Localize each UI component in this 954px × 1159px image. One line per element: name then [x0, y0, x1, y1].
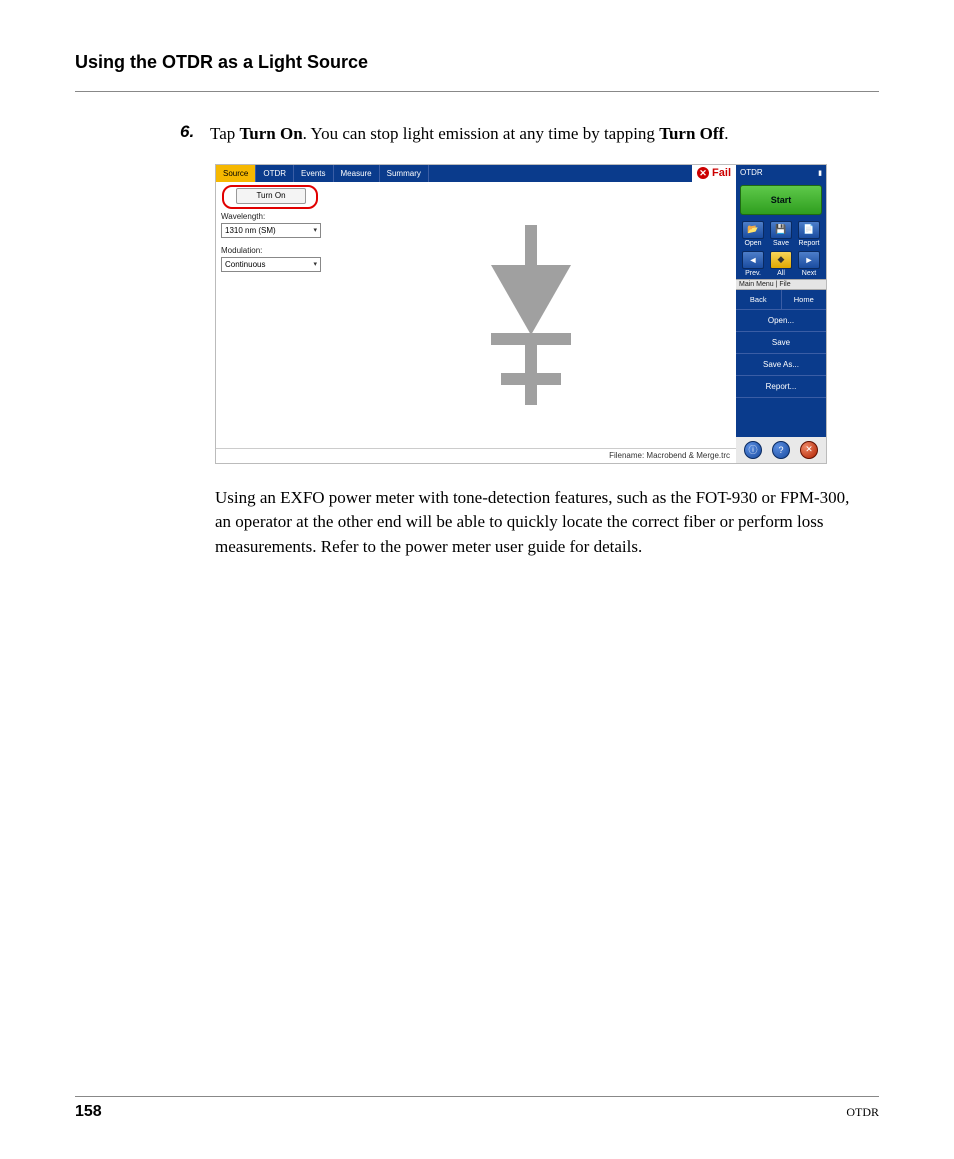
menu-nav-row: Back Home — [736, 290, 826, 310]
prev-button[interactable]: ◄ Prev. — [741, 251, 765, 277]
start-button[interactable]: Start — [740, 185, 822, 215]
bottom-icon-row: ⓘ ? ✕ — [736, 437, 826, 463]
turn-on-button[interactable]: Turn On — [236, 188, 306, 204]
page-footer: 158 OTDR — [75, 1096, 879, 1121]
prev-icon: ◄ — [742, 251, 764, 269]
side-panel: OTDR ▮ Start 📂 Open 💾 Save 📄 Repo — [736, 165, 826, 463]
report-icon: 📄 — [798, 221, 820, 239]
wavelength-select[interactable]: 1310 nm (SM) ▾ — [221, 223, 321, 238]
app-tabs: Source OTDR Events Measure Summary ✕ Fai… — [216, 165, 736, 182]
status-badge: ✕ Fail — [692, 165, 736, 182]
close-button[interactable]: ✕ — [800, 441, 818, 459]
info-button[interactable]: ⓘ — [744, 441, 762, 459]
help-button[interactable]: ? — [772, 441, 790, 459]
report-button[interactable]: 📄 Report — [797, 221, 821, 247]
tab-summary[interactable]: Summary — [380, 165, 429, 182]
footer-doc-label: OTDR — [846, 1105, 879, 1120]
battery-icon: ▮ — [818, 169, 822, 177]
menu-open[interactable]: Open... — [736, 310, 826, 332]
menu-save[interactable]: Save — [736, 332, 826, 354]
modulation-select[interactable]: Continuous ▾ — [221, 257, 321, 272]
section-title: Using the OTDR as a Light Source — [75, 52, 879, 73]
menu-report[interactable]: Report... — [736, 376, 826, 398]
all-icon: ◆ — [770, 251, 792, 269]
step-text: Tap Turn On. You can stop light emission… — [210, 122, 728, 146]
canvas-area — [326, 182, 736, 448]
app-screenshot: Source OTDR Events Measure Summary ✕ Fai… — [215, 164, 827, 464]
page-number: 158 — [75, 1103, 102, 1121]
save-button[interactable]: 💾 Save — [769, 221, 793, 247]
save-icon: 💾 — [770, 221, 792, 239]
wavelength-label: Wavelength: — [221, 212, 321, 221]
fail-icon: ✕ — [697, 167, 709, 179]
tab-measure[interactable]: Measure — [334, 165, 380, 182]
side-title: OTDR — [740, 168, 763, 177]
all-button[interactable]: ◆ All — [769, 251, 793, 277]
step-number: 6. — [180, 122, 210, 142]
home-button[interactable]: Home — [782, 290, 827, 309]
open-icon: 📂 — [742, 221, 764, 239]
menu-save-as[interactable]: Save As... — [736, 354, 826, 376]
source-panel: Turn On Wavelength: 1310 nm (SM) ▾ Modul… — [216, 182, 326, 448]
footer-rule — [75, 1096, 879, 1097]
tab-source[interactable]: Source — [216, 165, 256, 182]
tab-otdr[interactable]: OTDR — [256, 165, 294, 182]
tab-events[interactable]: Events — [294, 165, 333, 182]
body-paragraph: Using an EXFO power meter with tone-dete… — [215, 486, 859, 560]
status-label: Fail — [712, 167, 731, 179]
chevron-down-icon: ▾ — [313, 260, 317, 268]
laser-source-icon — [471, 225, 591, 405]
chevron-down-icon: ▾ — [313, 226, 317, 234]
next-icon: ► — [798, 251, 820, 269]
menu-header: Main Menu | File — [736, 279, 826, 290]
back-button[interactable]: Back — [736, 290, 782, 309]
next-button[interactable]: ► Next — [797, 251, 821, 277]
modulation-label: Modulation: — [221, 246, 321, 255]
open-button[interactable]: 📂 Open — [741, 221, 765, 247]
header-rule — [75, 91, 879, 92]
filename-bar: Filename: Macrobend & Merge.trc — [216, 448, 736, 463]
tool-row-2: ◄ Prev. ◆ All ► Next — [736, 249, 826, 279]
tool-row-1: 📂 Open 💾 Save 📄 Report — [736, 219, 826, 249]
step-block: 6. Tap Turn On. You can stop light emiss… — [180, 122, 879, 146]
